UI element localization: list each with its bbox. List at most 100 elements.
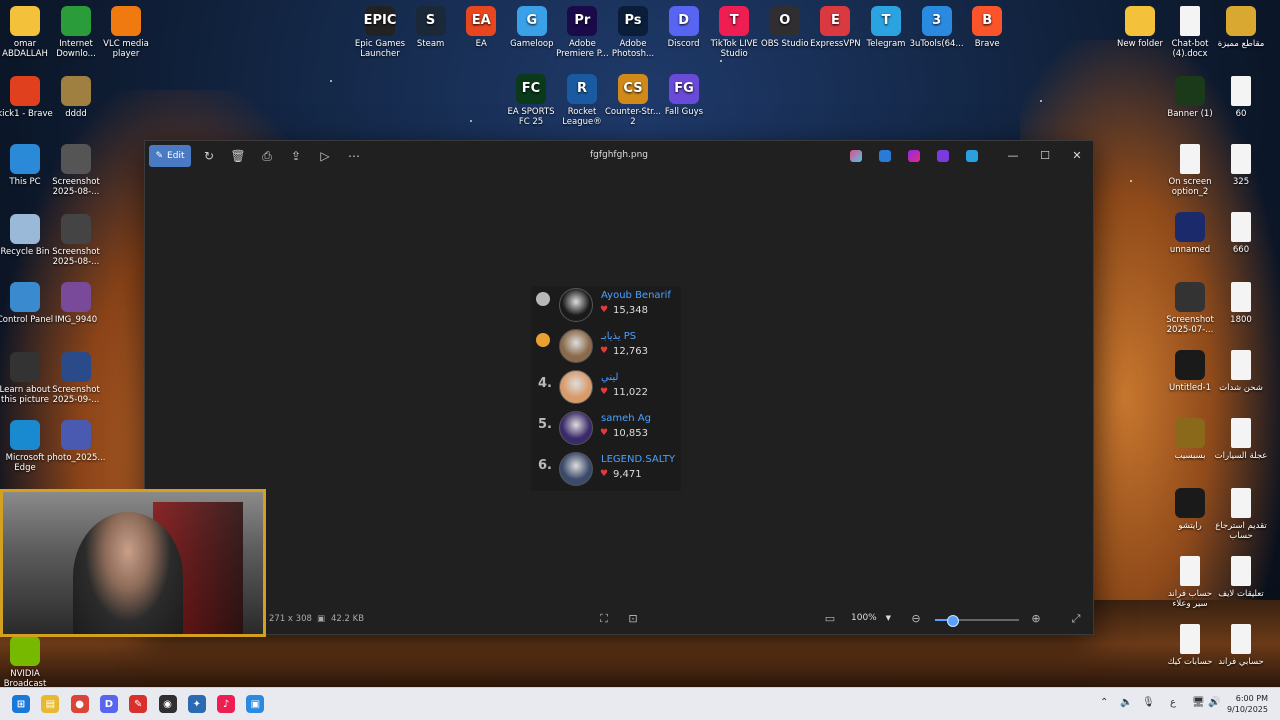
desktop-icon-left[interactable]: This PC [0, 144, 54, 187]
desktop-icon-label: omar ABDALLAH [2, 39, 48, 59]
leaderboard-score: 9,471 [613, 469, 642, 480]
desktop-icon-top[interactable]: B Brave [958, 6, 1016, 49]
microphone-icon[interactable]: 🎙 [1142, 697, 1155, 708]
desktop-icon-top[interactable]: 3 3uTools(64... [908, 6, 966, 49]
clipchamp-icon[interactable] [908, 150, 920, 162]
fit-icon[interactable]: ⛶ [597, 612, 611, 626]
desktop-icon-top[interactable]: EA EA [452, 6, 510, 49]
folder-icon [61, 76, 91, 106]
discord-icon[interactable]: D [99, 695, 118, 713]
photos-icon[interactable]: ▣ [246, 695, 265, 713]
desktop-icon-second[interactable]: FG Fall Guys [655, 74, 713, 117]
desktop-icon-right[interactable]: عجلة السيارات [1212, 418, 1270, 461]
desktop-icon-top[interactable]: T TikTok LIVE Studio [705, 6, 763, 59]
close-icon[interactable]: ✕ [1069, 148, 1085, 164]
desktop-icon-left[interactable]: Learn about this picture [0, 352, 54, 405]
desktop-icon-left[interactable]: IMG_9940 [47, 282, 105, 325]
desktop-icon-label: Fall Guys [664, 107, 704, 117]
telegram-icon: T [871, 6, 901, 36]
desktop-icon-right[interactable]: حسابات كيك [1161, 624, 1219, 667]
desktop-icon-left[interactable]: Screenshot 2025-08-... [47, 144, 105, 197]
tiktok-icon[interactable]: ♪ [217, 695, 236, 713]
desktop-icon-right[interactable]: unnamed [1161, 212, 1219, 255]
desktop-icon-left[interactable]: photo_2025... [47, 420, 106, 463]
tiktok-icon: T [719, 6, 750, 36]
desktop-icon-right[interactable]: Chat-bot (4).docx [1161, 6, 1219, 59]
tray-chevron-up-icon[interactable]: ⌃ [1100, 697, 1108, 708]
file-explorer-icon[interactable]: ▤ [41, 695, 60, 713]
desktop-icon-right[interactable]: بسبسيب [1161, 418, 1219, 461]
desktop-icon-label: EA SPORTS FC 25 [507, 107, 555, 127]
language-indicator[interactable]: ع [1170, 697, 1176, 708]
crop-scan-icon[interactable]: ⊡ [626, 612, 640, 626]
chrome-icon[interactable]: ● [70, 695, 89, 713]
desktop-icon-right[interactable]: رايتشو [1161, 488, 1219, 531]
desktop-icon-left[interactable]: NVIDIA Broadcast [0, 636, 54, 689]
desktop-icon-left[interactable]: Screenshot 2025-08-... [47, 214, 105, 267]
fullscreen-icon[interactable]: ⤢ [1069, 612, 1083, 626]
taskbar-clock[interactable]: 6:00 PM 9/10/2025 [1227, 693, 1268, 715]
desktop-icon-top[interactable]: Pr Adobe Premiere P... [553, 6, 611, 59]
desktop-icon-right[interactable]: On screen option_2 [1161, 144, 1219, 197]
volume-icon[interactable]: 🔈 [1120, 697, 1132, 708]
start-icon[interactable]: ⊞ [12, 695, 30, 713]
desktop-icon-label: تقديم استرجاع حساب [1215, 521, 1267, 541]
purple-app-icon[interactable] [937, 150, 949, 162]
speaker-icon[interactable]: 🔊 [1208, 697, 1220, 708]
zoom-select[interactable]: 100% ▼ [851, 613, 891, 623]
desktop-icon-left[interactable]: dddd [47, 76, 105, 119]
desktop-icon-right[interactable]: حساب فراند سير وعلاء [1161, 556, 1219, 609]
desktop-icon-right[interactable]: 60 [1212, 76, 1270, 119]
actual-size-icon[interactable]: ▭ [823, 612, 837, 626]
desktop-icon-top[interactable]: E ExpressVPN [806, 6, 864, 49]
copilot-icon[interactable] [850, 150, 862, 162]
desktop-icon-left[interactable]: Microsoft Edge [0, 420, 54, 473]
desktop-icon-top[interactable]: O OBS Studio [756, 6, 814, 49]
desktop-icon-left[interactable]: kick1 - Brave [0, 76, 54, 119]
desktop-icon-right[interactable]: Screenshot 2025-07-... [1161, 282, 1219, 335]
obs-icon[interactable]: ◉ [158, 695, 177, 713]
desktop-icon-label: Brave [974, 39, 1000, 49]
silver-medal-icon [536, 292, 550, 306]
zoom-in-icon[interactable]: ⊕ [1029, 612, 1043, 626]
desktop-icon-top[interactable]: D Discord [655, 6, 713, 49]
desktop-icon-left[interactable]: Control Panel [0, 282, 54, 325]
desktop-icon-top[interactable]: G Gameloop [503, 6, 561, 49]
clock-date: 9/10/2025 [1226, 705, 1268, 714]
desktop-icon-second[interactable]: CS Counter-Str... 2 [604, 74, 662, 127]
maximize-icon[interactable]: ☐ [1037, 148, 1053, 164]
tools-icon[interactable]: ✦ [187, 695, 206, 713]
desktop-icon-left[interactable]: VLC media player [97, 6, 155, 59]
desktop-icon-left[interactable]: Recycle Bin [0, 214, 54, 257]
desktop-icon-right[interactable]: شحن شدات [1212, 350, 1270, 393]
designer-icon[interactable] [879, 150, 891, 162]
desktop-icon-right[interactable]: مقاطع مميزة [1212, 6, 1270, 49]
zoom-out-icon[interactable]: ⊖ [909, 612, 923, 626]
desktop-icon-right[interactable]: 660 [1212, 212, 1270, 255]
desktop-icon-top[interactable]: S Steam [402, 6, 460, 49]
desktop-icon-right[interactable]: 1800 [1212, 282, 1270, 325]
desktop-icon-top[interactable]: EPIC Epic Games Launcher [351, 6, 409, 59]
cloud-app-icon[interactable] [966, 150, 978, 162]
brave-icon: B [972, 6, 1003, 36]
desktop-icon-right[interactable]: Untitled-1 [1161, 350, 1219, 393]
zoom-slider[interactable] [935, 615, 1019, 627]
desktop-icon-top[interactable]: T Telegram [857, 6, 915, 49]
minimize-icon[interactable]: — [1005, 148, 1021, 164]
desktop-icon-right[interactable]: حسابي فراند [1212, 624, 1270, 667]
network-icon[interactable]: 🖥 [1192, 697, 1205, 708]
desktop-icon-right[interactable]: 325 [1212, 144, 1270, 187]
desktop-icon-right[interactable]: تقديم استرجاع حساب [1212, 488, 1270, 541]
pen-app-icon[interactable]: ✎ [129, 695, 148, 713]
desktop-icon-second[interactable]: FC EA SPORTS FC 25 [502, 74, 560, 127]
desktop-icon-right[interactable]: Banner (1) [1161, 76, 1219, 119]
desktop-icon-right[interactable]: تعليقات لايف [1212, 556, 1270, 599]
desktop-icon-left[interactable]: Screenshot 2025-09-... [47, 352, 105, 405]
desktop-icon-left[interactable]: omar ABDALLAH [0, 6, 54, 59]
zoom-slider-thumb[interactable] [946, 615, 959, 627]
desktop-icon-top[interactable]: Ps Adobe Photosh... [604, 6, 662, 59]
desktop-icon-second[interactable]: R Rocket League® [553, 74, 611, 127]
fall-guys-icon: FG [669, 74, 699, 104]
leaderboard-name: LEGEND.SALTY [601, 454, 676, 465]
image-file-icon [61, 282, 91, 312]
